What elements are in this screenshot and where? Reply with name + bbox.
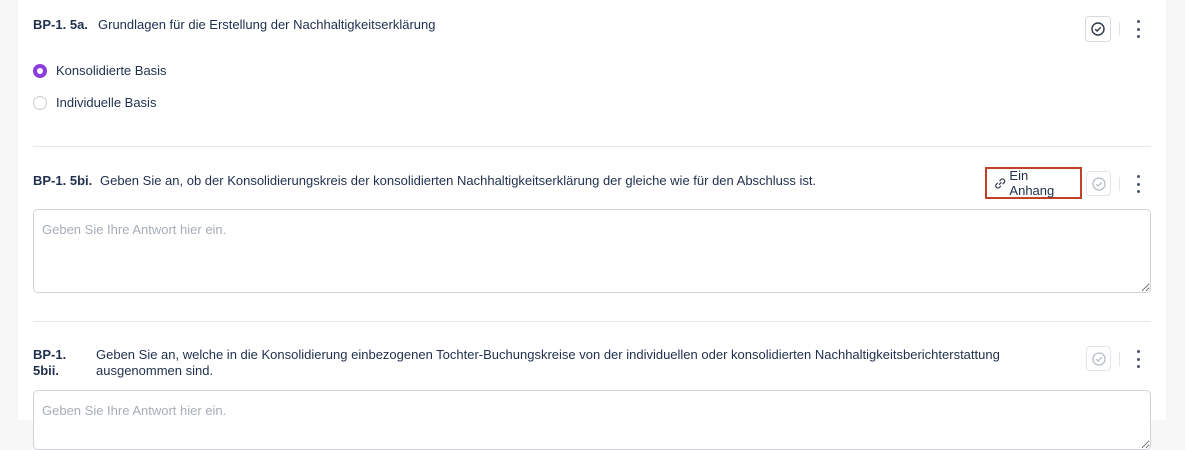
- more-options-button[interactable]: [1133, 20, 1143, 38]
- more-options-button[interactable]: [1133, 175, 1143, 193]
- attachment-button[interactable]: Ein Anhang: [985, 167, 1082, 199]
- more-vertical-icon: [1136, 20, 1140, 23]
- question-code: BP-1. 5bi.: [33, 173, 93, 188]
- more-vertical-icon: [1136, 175, 1140, 178]
- divider: [1119, 177, 1120, 191]
- radio-label: Konsolidierte Basis: [56, 63, 167, 78]
- question-code: BP-1. 5a.: [33, 17, 88, 32]
- question-code: BP-1. 5bii.: [33, 347, 66, 379]
- radio-label: Individuelle Basis: [56, 95, 157, 110]
- questionnaire-panel: BP-1. 5a. Grundlagen für die Erstellung …: [18, 0, 1166, 450]
- divider: [1119, 352, 1120, 366]
- question-code-line: 5bii.: [33, 363, 60, 378]
- answer-textarea[interactable]: [33, 390, 1151, 450]
- radio-selected[interactable]: [33, 63, 47, 78]
- mark-complete-button[interactable]: [1086, 171, 1111, 196]
- more-vertical-icon: [1136, 350, 1140, 353]
- check-circle-icon: [1091, 351, 1106, 366]
- mark-complete-button[interactable]: [1085, 16, 1111, 42]
- radio-option-individual[interactable]: Individuelle Basis: [33, 95, 156, 110]
- question-text: Geben Sie an, ob der Konsolidierungskrei…: [100, 173, 817, 188]
- attachment-label: Ein Anhang: [1009, 168, 1055, 198]
- radio-option-consolidated[interactable]: Konsolidierte Basis: [33, 63, 167, 78]
- answer-textarea[interactable]: [33, 209, 1151, 293]
- section-divider: [33, 321, 1151, 322]
- question-code-line: BP-1.: [33, 347, 67, 362]
- link-icon: [995, 177, 1006, 189]
- question-text: Grundlagen für die Erstellung der Nachha…: [98, 17, 436, 32]
- check-circle-icon: [1091, 176, 1106, 191]
- radio-unselected[interactable]: [33, 95, 47, 110]
- more-options-button[interactable]: [1133, 350, 1143, 368]
- divider: [1119, 22, 1120, 36]
- mark-complete-button[interactable]: [1086, 346, 1111, 371]
- check-circle-icon: [1091, 22, 1105, 36]
- question-text: Geben Sie an, welche in die Konsolidieru…: [96, 347, 1000, 378]
- section-divider: [33, 146, 1151, 147]
